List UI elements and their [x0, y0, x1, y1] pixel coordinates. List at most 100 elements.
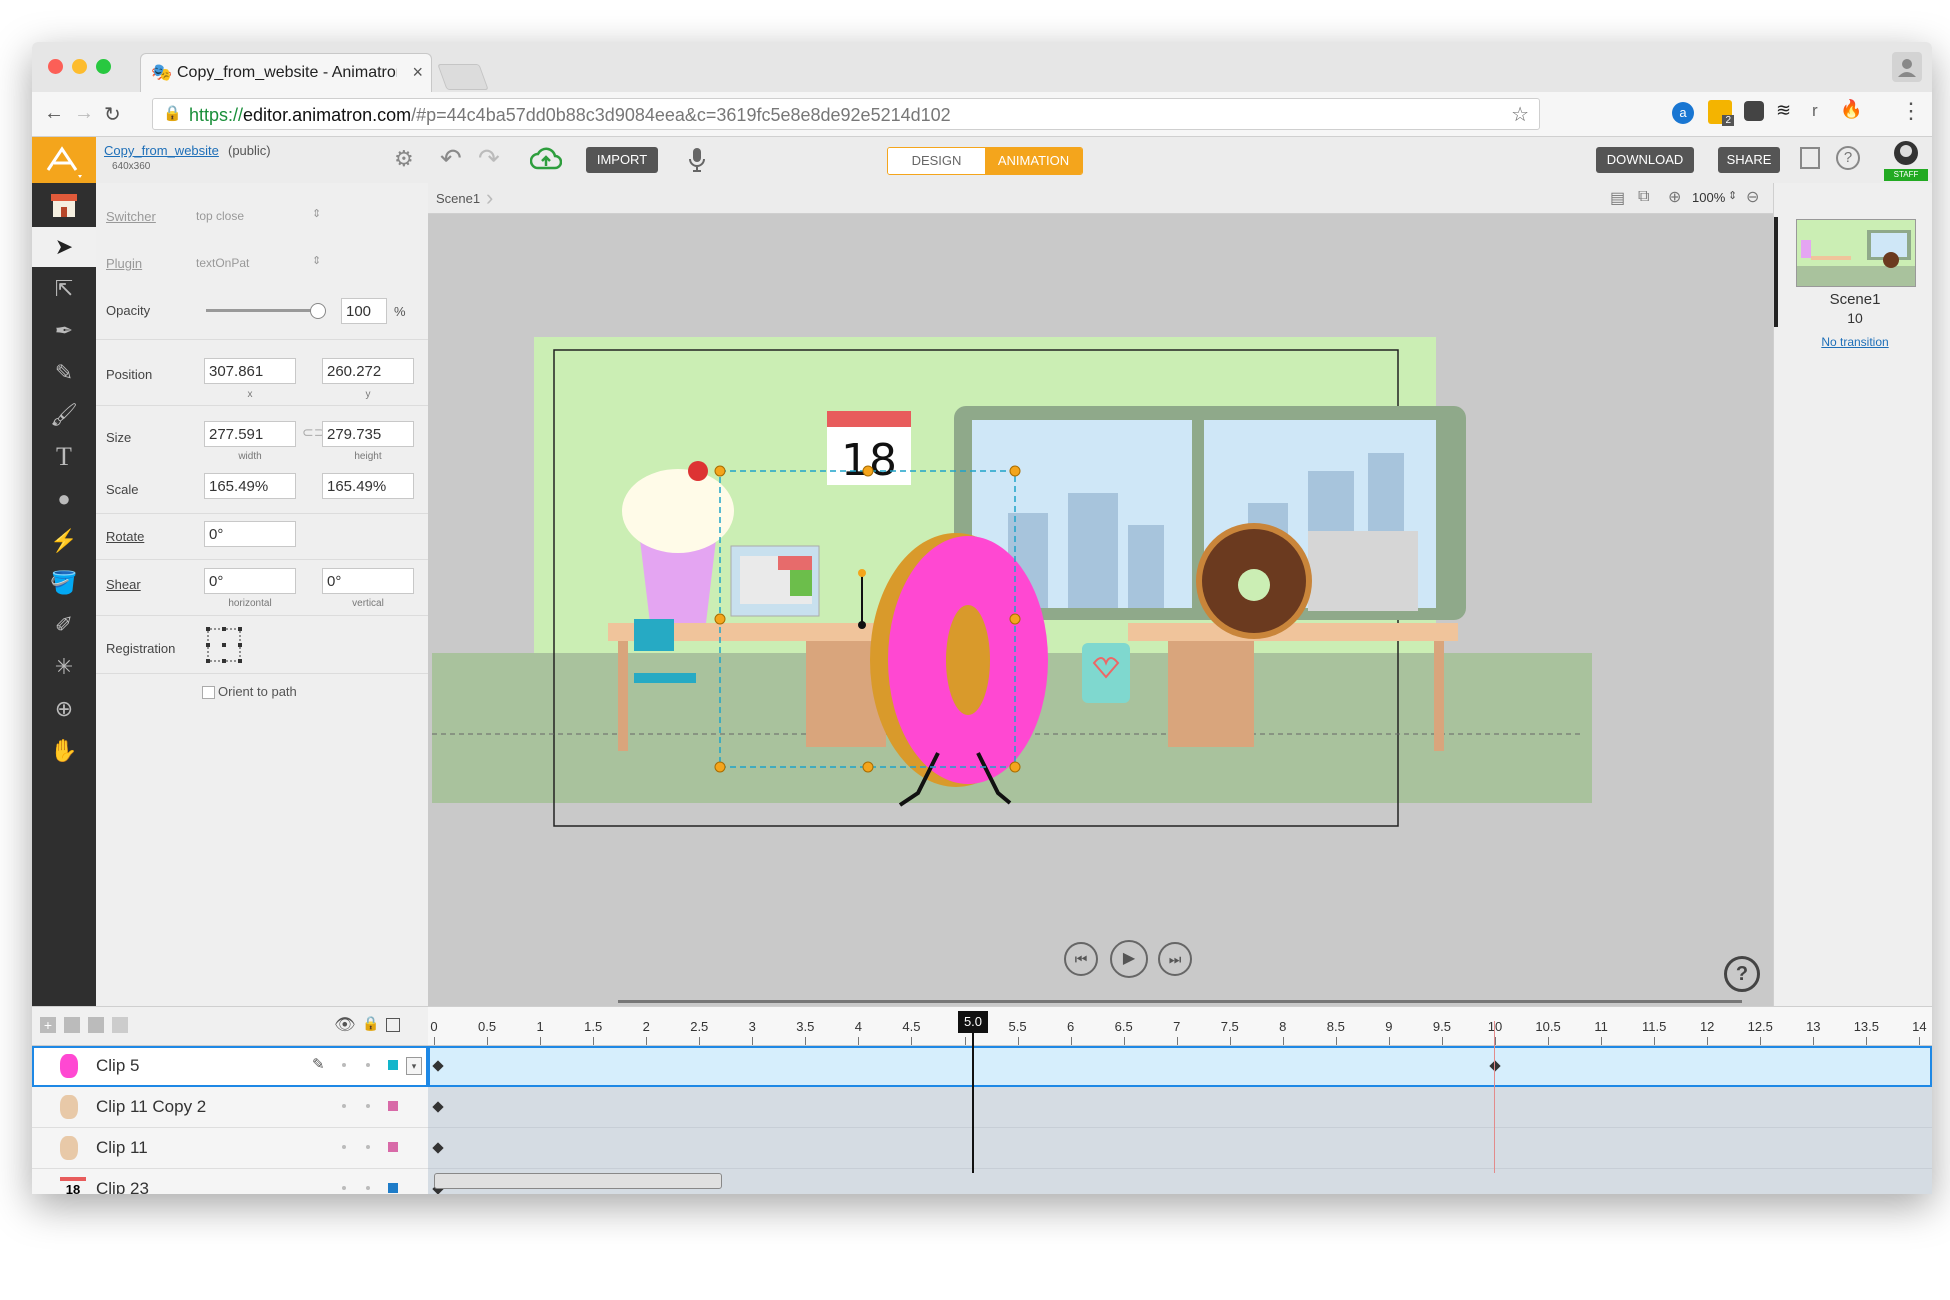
fire-extension-icon[interactable]: 🔥	[1840, 99, 1862, 120]
design-mode-tab[interactable]: DESIGN	[888, 148, 985, 174]
skip-to-start-button[interactable]: ⏮	[1064, 942, 1098, 976]
share-button[interactable]: SHARE	[1718, 147, 1780, 173]
help-icon[interactable]: ?	[1836, 146, 1860, 170]
scale-x-input[interactable]: 165.49%	[204, 473, 296, 499]
redo-icon[interactable]: ↷	[478, 143, 500, 174]
keyframe[interactable]	[432, 1101, 444, 1113]
paint-bucket-icon[interactable]: 🪣	[32, 563, 96, 603]
animatron-logo[interactable]	[32, 137, 96, 183]
shear-horizontal-input[interactable]: 0°	[204, 568, 296, 594]
text-tool-icon[interactable]: T	[32, 437, 96, 477]
mask-layer-icon[interactable]	[112, 1017, 128, 1033]
star-icon[interactable]: ☆	[1511, 102, 1529, 127]
arrange-icon[interactable]: ⧉	[1638, 188, 1649, 206]
direct-select-tool-icon[interactable]: ⇱	[32, 269, 96, 309]
layer-toggle-dot[interactable]	[366, 1063, 370, 1067]
microphone-icon[interactable]	[688, 147, 706, 178]
scene-canvas[interactable]: 18	[428, 213, 1773, 853]
stage-help-button[interactable]: ?	[1724, 956, 1760, 992]
play-button[interactable]: ▶	[1110, 940, 1148, 978]
zoom-in-icon[interactable]: ⊕	[1668, 187, 1681, 207]
layer-color-swatch[interactable]	[388, 1101, 398, 1111]
position-x-input[interactable]: 307.861	[204, 358, 296, 384]
project-name-link[interactable]: Copy_from_website	[104, 143, 219, 158]
shear-vertical-input[interactable]: 0°	[322, 568, 414, 594]
select-tool-icon[interactable]: ➤	[32, 227, 96, 267]
menu-dots-icon[interactable]: ⋮	[1900, 98, 1922, 124]
reload-icon[interactable]: ↻	[104, 102, 121, 127]
timeline-tracks[interactable]	[428, 1045, 1932, 1194]
pen-tool-icon[interactable]: ✒	[32, 311, 96, 351]
user-avatar[interactable]: STAFF	[1884, 139, 1928, 181]
back-arrow-icon[interactable]: ←	[44, 102, 64, 125]
store-icon[interactable]	[32, 185, 96, 225]
extension-notes-icon[interactable]: 2	[1708, 100, 1734, 126]
keyframe[interactable]	[432, 1060, 444, 1072]
opacity-input[interactable]: 100	[341, 298, 387, 324]
pencil-tool-icon[interactable]: ✎	[32, 353, 96, 393]
size-height-input[interactable]: 279.735	[322, 421, 414, 447]
layer-color-swatch[interactable]	[388, 1060, 398, 1070]
keyframe[interactable]	[1489, 1060, 1501, 1072]
layer-toggle-dot[interactable]	[342, 1063, 346, 1067]
eye-icon[interactable]: 👁	[334, 1015, 356, 1035]
track-row[interactable]	[428, 1128, 1932, 1169]
scale-y-input[interactable]: 165.49%	[322, 473, 414, 499]
zoom-out-icon[interactable]: ⊖	[1746, 187, 1759, 207]
close-window-button[interactable]	[48, 59, 63, 74]
layer-color-swatch[interactable]	[388, 1183, 398, 1193]
rotate-input[interactable]: 0°	[204, 521, 296, 547]
cloud-upload-icon[interactable]	[529, 146, 563, 177]
layer-row[interactable]: 18 Clip 23	[32, 1169, 428, 1194]
minimize-window-button[interactable]	[72, 59, 87, 74]
opacity-slider[interactable]	[206, 309, 316, 312]
new-tab-button[interactable]	[437, 64, 489, 90]
keyframe[interactable]	[432, 1142, 444, 1154]
orient-to-path-checkbox[interactable]	[202, 686, 215, 699]
skip-to-end-button[interactable]: ⏭	[1158, 942, 1192, 976]
layers-extension-icon[interactable]: ≋	[1776, 100, 1791, 121]
track-row[interactable]	[428, 1087, 1932, 1128]
track-row[interactable]	[428, 1046, 1932, 1087]
edit-layer-icon[interactable]: ✎	[312, 1055, 325, 1073]
undo-icon[interactable]: ↶	[440, 143, 462, 174]
plugin-select[interactable]: textOnPat	[196, 256, 249, 270]
timeline-scrollbar[interactable]	[434, 1173, 722, 1189]
zoom-dropdown-icon[interactable]: ⇕	[1728, 189, 1737, 202]
position-y-input[interactable]: 260.272	[322, 358, 414, 384]
layer-toggle-dot[interactable]	[366, 1104, 370, 1108]
address-bar[interactable]: 🔒 https://editor.animatron.com/#p=44c4ba…	[152, 98, 1540, 130]
browser-tab[interactable]: 🎭 Copy_from_website - Animatron ×	[140, 53, 432, 94]
import-button[interactable]: IMPORT	[586, 147, 658, 173]
padlock-icon[interactable]: 🔒	[362, 1015, 379, 1032]
time-ruler[interactable]: 00.511.522.533.544.55.05.566.577.588.599…	[428, 1007, 1932, 1046]
switcher-dropdown-icon[interactable]: ⇕	[312, 207, 321, 220]
animation-mode-tab[interactable]: ANIMATION	[985, 148, 1082, 174]
switcher-select[interactable]: top close	[196, 209, 244, 223]
gear-icon[interactable]: ⚙	[394, 146, 414, 172]
brush-tool-icon[interactable]: 🖌	[32, 395, 96, 435]
shape-tool-icon[interactable]: ●	[32, 479, 96, 519]
pocket-icon[interactable]	[1744, 101, 1764, 121]
maximize-window-button[interactable]	[96, 59, 111, 74]
scene-thumbnail[interactable]	[1796, 219, 1916, 287]
download-button[interactable]: DOWNLOAD	[1596, 147, 1694, 173]
layer-toggle-dot[interactable]	[342, 1145, 346, 1149]
tab-close-button[interactable]: ×	[412, 62, 423, 83]
layer-toggle-dot[interactable]	[342, 1104, 346, 1108]
profile-icon[interactable]	[1892, 52, 1922, 82]
add-layer-icon[interactable]: +	[40, 1017, 56, 1033]
layer-menu-dropdown-icon[interactable]: ▾	[406, 1057, 422, 1075]
bone-tool-icon[interactable]: ✳	[32, 647, 96, 687]
delete-layer-icon[interactable]	[88, 1017, 104, 1033]
layer-toggle-dot[interactable]	[366, 1145, 370, 1149]
stage-scrollbar[interactable]	[618, 1000, 1742, 1003]
opacity-slider-handle[interactable]	[310, 303, 326, 319]
zoom-level[interactable]: 100%	[1692, 190, 1725, 205]
lightning-tool-icon[interactable]: ⚡	[32, 521, 96, 561]
outline-toggle-icon[interactable]	[386, 1018, 400, 1032]
layer-row[interactable]: Clip 11	[32, 1128, 428, 1169]
layer-row[interactable]: Clip 5 ✎ ▾	[32, 1046, 428, 1087]
layer-toggle-dot[interactable]	[366, 1186, 370, 1190]
align-icon[interactable]: ▤	[1610, 188, 1625, 208]
